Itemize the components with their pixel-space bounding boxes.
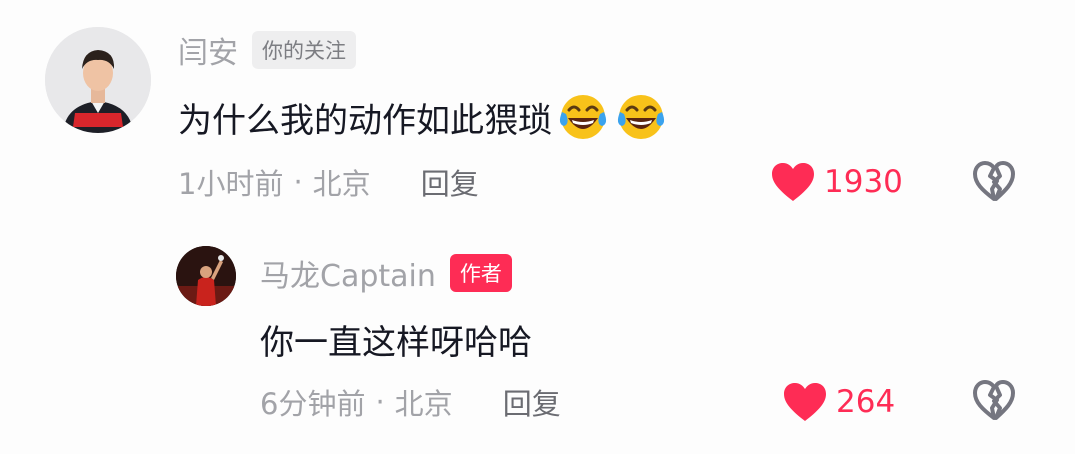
tears-of-joy-emoji bbox=[556, 90, 610, 144]
author-badge: 作者 bbox=[449, 254, 512, 292]
avatar[interactable] bbox=[176, 246, 236, 306]
avatar-image bbox=[176, 246, 236, 306]
tears-of-joy-emoji bbox=[614, 90, 668, 144]
username[interactable]: 闫安 bbox=[178, 28, 238, 72]
comment-text: 为什么我的动作如此猥琐 bbox=[178, 92, 668, 142]
comment-meta: 6分钟前 · 北京 回复 bbox=[260, 380, 561, 424]
reply-button[interactable]: 回复 bbox=[503, 381, 561, 423]
meta-separator: · bbox=[293, 165, 303, 199]
dislike-button[interactable] bbox=[971, 159, 1017, 203]
broken-heart-icon bbox=[973, 380, 1015, 420]
meta-separator: · bbox=[375, 385, 385, 419]
avatar[interactable] bbox=[45, 27, 151, 133]
heart-icon bbox=[784, 383, 826, 421]
like-count: 1930 bbox=[824, 164, 903, 200]
like-count: 264 bbox=[836, 384, 896, 420]
like-button[interactable]: 264 bbox=[782, 380, 895, 424]
comment-body: 为什么我的动作如此猥琐 bbox=[178, 100, 552, 141]
broken-heart-icon bbox=[973, 161, 1015, 201]
dislike-button[interactable] bbox=[971, 378, 1017, 422]
following-badge: 你的关注 bbox=[252, 31, 356, 69]
comment-header: 闫安 你的关注 bbox=[178, 28, 356, 72]
comment-text: 你一直这样呀哈哈 bbox=[260, 314, 532, 364]
comment-header: 马龙Captain 作者 bbox=[260, 251, 512, 295]
timestamp: 6分钟前 bbox=[260, 387, 366, 421]
reply-button[interactable]: 回复 bbox=[421, 161, 479, 203]
like-button[interactable]: 1930 bbox=[770, 160, 903, 204]
heart-icon bbox=[772, 163, 814, 201]
avatar-image bbox=[45, 27, 151, 133]
timestamp: 1小时前 bbox=[178, 167, 284, 201]
comment-body: 你一直这样呀哈哈 bbox=[260, 322, 532, 363]
comment-meta: 1小时前 · 北京 回复 bbox=[178, 160, 479, 204]
location: 北京 bbox=[394, 387, 453, 421]
username[interactable]: 马龙Captain bbox=[260, 251, 436, 295]
location: 北京 bbox=[312, 167, 371, 201]
